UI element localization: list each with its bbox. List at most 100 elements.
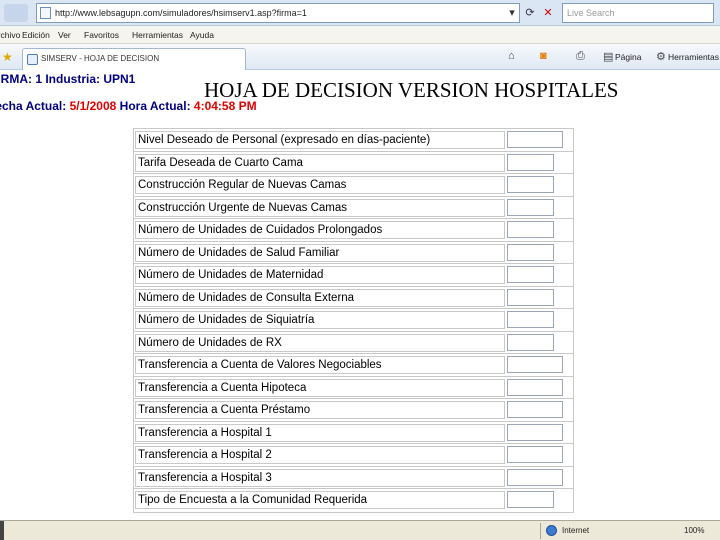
industria-label: Industria — [45, 72, 97, 86]
form-input[interactable] — [507, 401, 563, 418]
address-text: http://www.lebsagupn.com/simuladores/hsi… — [55, 8, 307, 18]
form-row: Nivel Deseado de Personal (expresado en … — [134, 129, 573, 152]
browser-window: http://www.lebsagupn.com/simuladores/hsi… — [0, 0, 720, 540]
favorites-star-icon[interactable]: ★ — [2, 50, 13, 64]
form-label: Nivel Deseado de Personal (expresado en … — [135, 131, 505, 149]
home-icon[interactable]: ⌂ — [508, 50, 515, 62]
search-placeholder: Live Search — [567, 8, 615, 18]
menu-herramientas[interactable]: Herramientas — [132, 30, 183, 40]
firma-value: : 1 — [28, 72, 46, 86]
print-icon[interactable]: ⎙ — [576, 50, 585, 63]
address-input[interactable]: http://www.lebsagupn.com/simuladores/hsi… — [36, 3, 520, 23]
form-input[interactable] — [507, 423, 563, 441]
form-label: Tarifa Deseada de Cuarto Cama — [135, 153, 505, 172]
form-label: Construcción Urgente de Nuevas Camas — [135, 198, 505, 217]
form-row: Número de Unidades de Cuidados Prolongad… — [134, 219, 573, 242]
menu-bar: Archivo Edición Ver Favoritos Herramient… — [0, 26, 720, 44]
form-label: Transferencia a Hospital 1 — [135, 423, 505, 442]
form-label: Transferencia a Hospital 3 — [135, 468, 505, 487]
globe-icon — [546, 525, 557, 536]
form-input[interactable] — [507, 311, 554, 328]
dropdown-icon[interactable]: ▾ — [504, 5, 520, 21]
firma-line: FIRMA: 1 Industria: UPN1 — [0, 72, 135, 86]
form-row: Transferencia a Cuenta Hipoteca — [134, 377, 573, 399]
form-row: Número de Unidades de Consulta Externa — [134, 287, 573, 309]
form-label: Número de Unidades de Siquiatría — [135, 311, 505, 329]
status-edge — [0, 521, 4, 540]
form-row: Construcción Urgente de Nuevas Camas — [134, 197, 573, 219]
page-menu[interactable]: Página — [615, 52, 641, 62]
security-zone[interactable]: Internet — [562, 526, 589, 535]
form-label: Tipo de Encuesta a la Comunidad Requerid… — [135, 491, 505, 509]
menu-archivo[interactable]: Archivo — [0, 30, 20, 40]
form-label: Número de Unidades de Consulta Externa — [135, 288, 505, 307]
menu-favoritos[interactable]: Favoritos — [84, 30, 119, 40]
form-row: Transferencia a Hospital 1 — [134, 422, 573, 444]
form-label: Número de Unidades de Cuidados Prolongad… — [135, 221, 505, 239]
form-input[interactable] — [507, 243, 554, 261]
form-row: Número de Unidades de RX — [134, 332, 573, 354]
form-row: Transferencia a Cuenta Préstamo — [134, 399, 573, 422]
status-separator — [540, 523, 541, 539]
form-input[interactable] — [507, 356, 563, 373]
decision-form: Nivel Deseado de Personal (expresado en … — [133, 128, 574, 513]
form-input[interactable] — [507, 176, 554, 193]
zoom-level[interactable]: 100% — [684, 526, 704, 535]
form-input[interactable] — [507, 491, 554, 508]
tab-title: SIMSERV - HOJA DE DECISION — [41, 54, 160, 63]
form-row: Transferencia a Cuenta de Valores Negoci… — [134, 354, 573, 377]
hora-value: 4:04:58 PM — [193, 99, 257, 113]
menu-ver[interactable]: Ver — [58, 30, 71, 40]
menu-ayuda[interactable]: Ayuda — [190, 30, 214, 40]
form-input[interactable] — [507, 468, 563, 486]
tools-menu-icon[interactable]: ⚙ — [656, 50, 666, 63]
form-row: Transferencia a Hospital 2 — [134, 444, 573, 467]
form-row: Número de Unidades de Maternidad — [134, 264, 573, 287]
fecha-line: Fecha Actual: 5/1/2008 Hora Actual: 4:04… — [0, 99, 257, 113]
hora-label: Hora Actual — [116, 99, 187, 113]
form-label: Transferencia a Hospital 2 — [135, 446, 505, 464]
fecha-value: 5/1/2008 — [69, 99, 117, 113]
form-input[interactable] — [507, 333, 554, 351]
firma-label: FIRMA — [0, 72, 28, 86]
form-input[interactable] — [507, 198, 554, 216]
status-bar: Internet 100% — [0, 520, 720, 540]
form-label: Transferencia a Cuenta Préstamo — [135, 401, 505, 419]
menu-edicion[interactable]: Edición — [22, 30, 50, 40]
page-icon — [40, 7, 51, 19]
form-row: Número de Unidades de Salud Familiar — [134, 242, 573, 264]
form-row: Transferencia a Hospital 3 — [134, 467, 573, 489]
form-row: Número de Unidades de Siquiatría — [134, 309, 573, 332]
form-label: Transferencia a Cuenta de Valores Negoci… — [135, 356, 505, 374]
page-title: HOJA DE DECISION VERSION HOSPITALES — [204, 78, 619, 102]
search-input[interactable]: Live Search — [562, 3, 714, 23]
address-bar-row: http://www.lebsagupn.com/simuladores/hsi… — [0, 0, 720, 26]
form-row: Tarifa Deseada de Cuarto Cama — [134, 152, 573, 174]
form-label: Construcción Regular de Nuevas Camas — [135, 176, 505, 194]
tab-bar: ★ SIMSERV - HOJA DE DECISION ⌂ ◙ ⎙ ▤ Pág… — [0, 44, 720, 70]
feeds-icon[interactable]: ◙ — [540, 50, 547, 62]
form-input[interactable] — [507, 266, 554, 283]
tab-page-icon — [27, 54, 38, 65]
form-label: Número de Unidades de Maternidad — [135, 266, 505, 284]
form-row: Tipo de Encuesta a la Comunidad Requerid… — [134, 489, 573, 512]
page-content: FIRMA: 1 Industria: UPN1 HOJA DE DECISIO… — [0, 70, 720, 520]
form-input[interactable] — [507, 446, 563, 463]
form-input[interactable] — [507, 131, 563, 148]
form-label: Número de Unidades de RX — [135, 333, 505, 352]
form-label: Transferencia a Cuenta Hipoteca — [135, 378, 505, 397]
form-row: Construcción Regular de Nuevas Camas — [134, 174, 573, 197]
industria-value: : UPN1 — [96, 72, 136, 86]
refresh-icon[interactable]: ⟳ — [522, 5, 538, 21]
form-input[interactable] — [507, 153, 554, 171]
form-input[interactable] — [507, 378, 563, 396]
tools-menu[interactable]: Herramientas — [668, 52, 719, 62]
form-input[interactable] — [507, 288, 554, 306]
fecha-label: Fecha Actual — [0, 99, 63, 113]
back-forward-icon[interactable] — [4, 4, 28, 22]
tab-active[interactable]: SIMSERV - HOJA DE DECISION — [22, 48, 246, 70]
page-menu-icon[interactable]: ▤ — [603, 50, 613, 63]
form-label: Número de Unidades de Salud Familiar — [135, 243, 505, 262]
stop-icon[interactable]: ✕ — [540, 5, 556, 21]
form-input[interactable] — [507, 221, 554, 238]
